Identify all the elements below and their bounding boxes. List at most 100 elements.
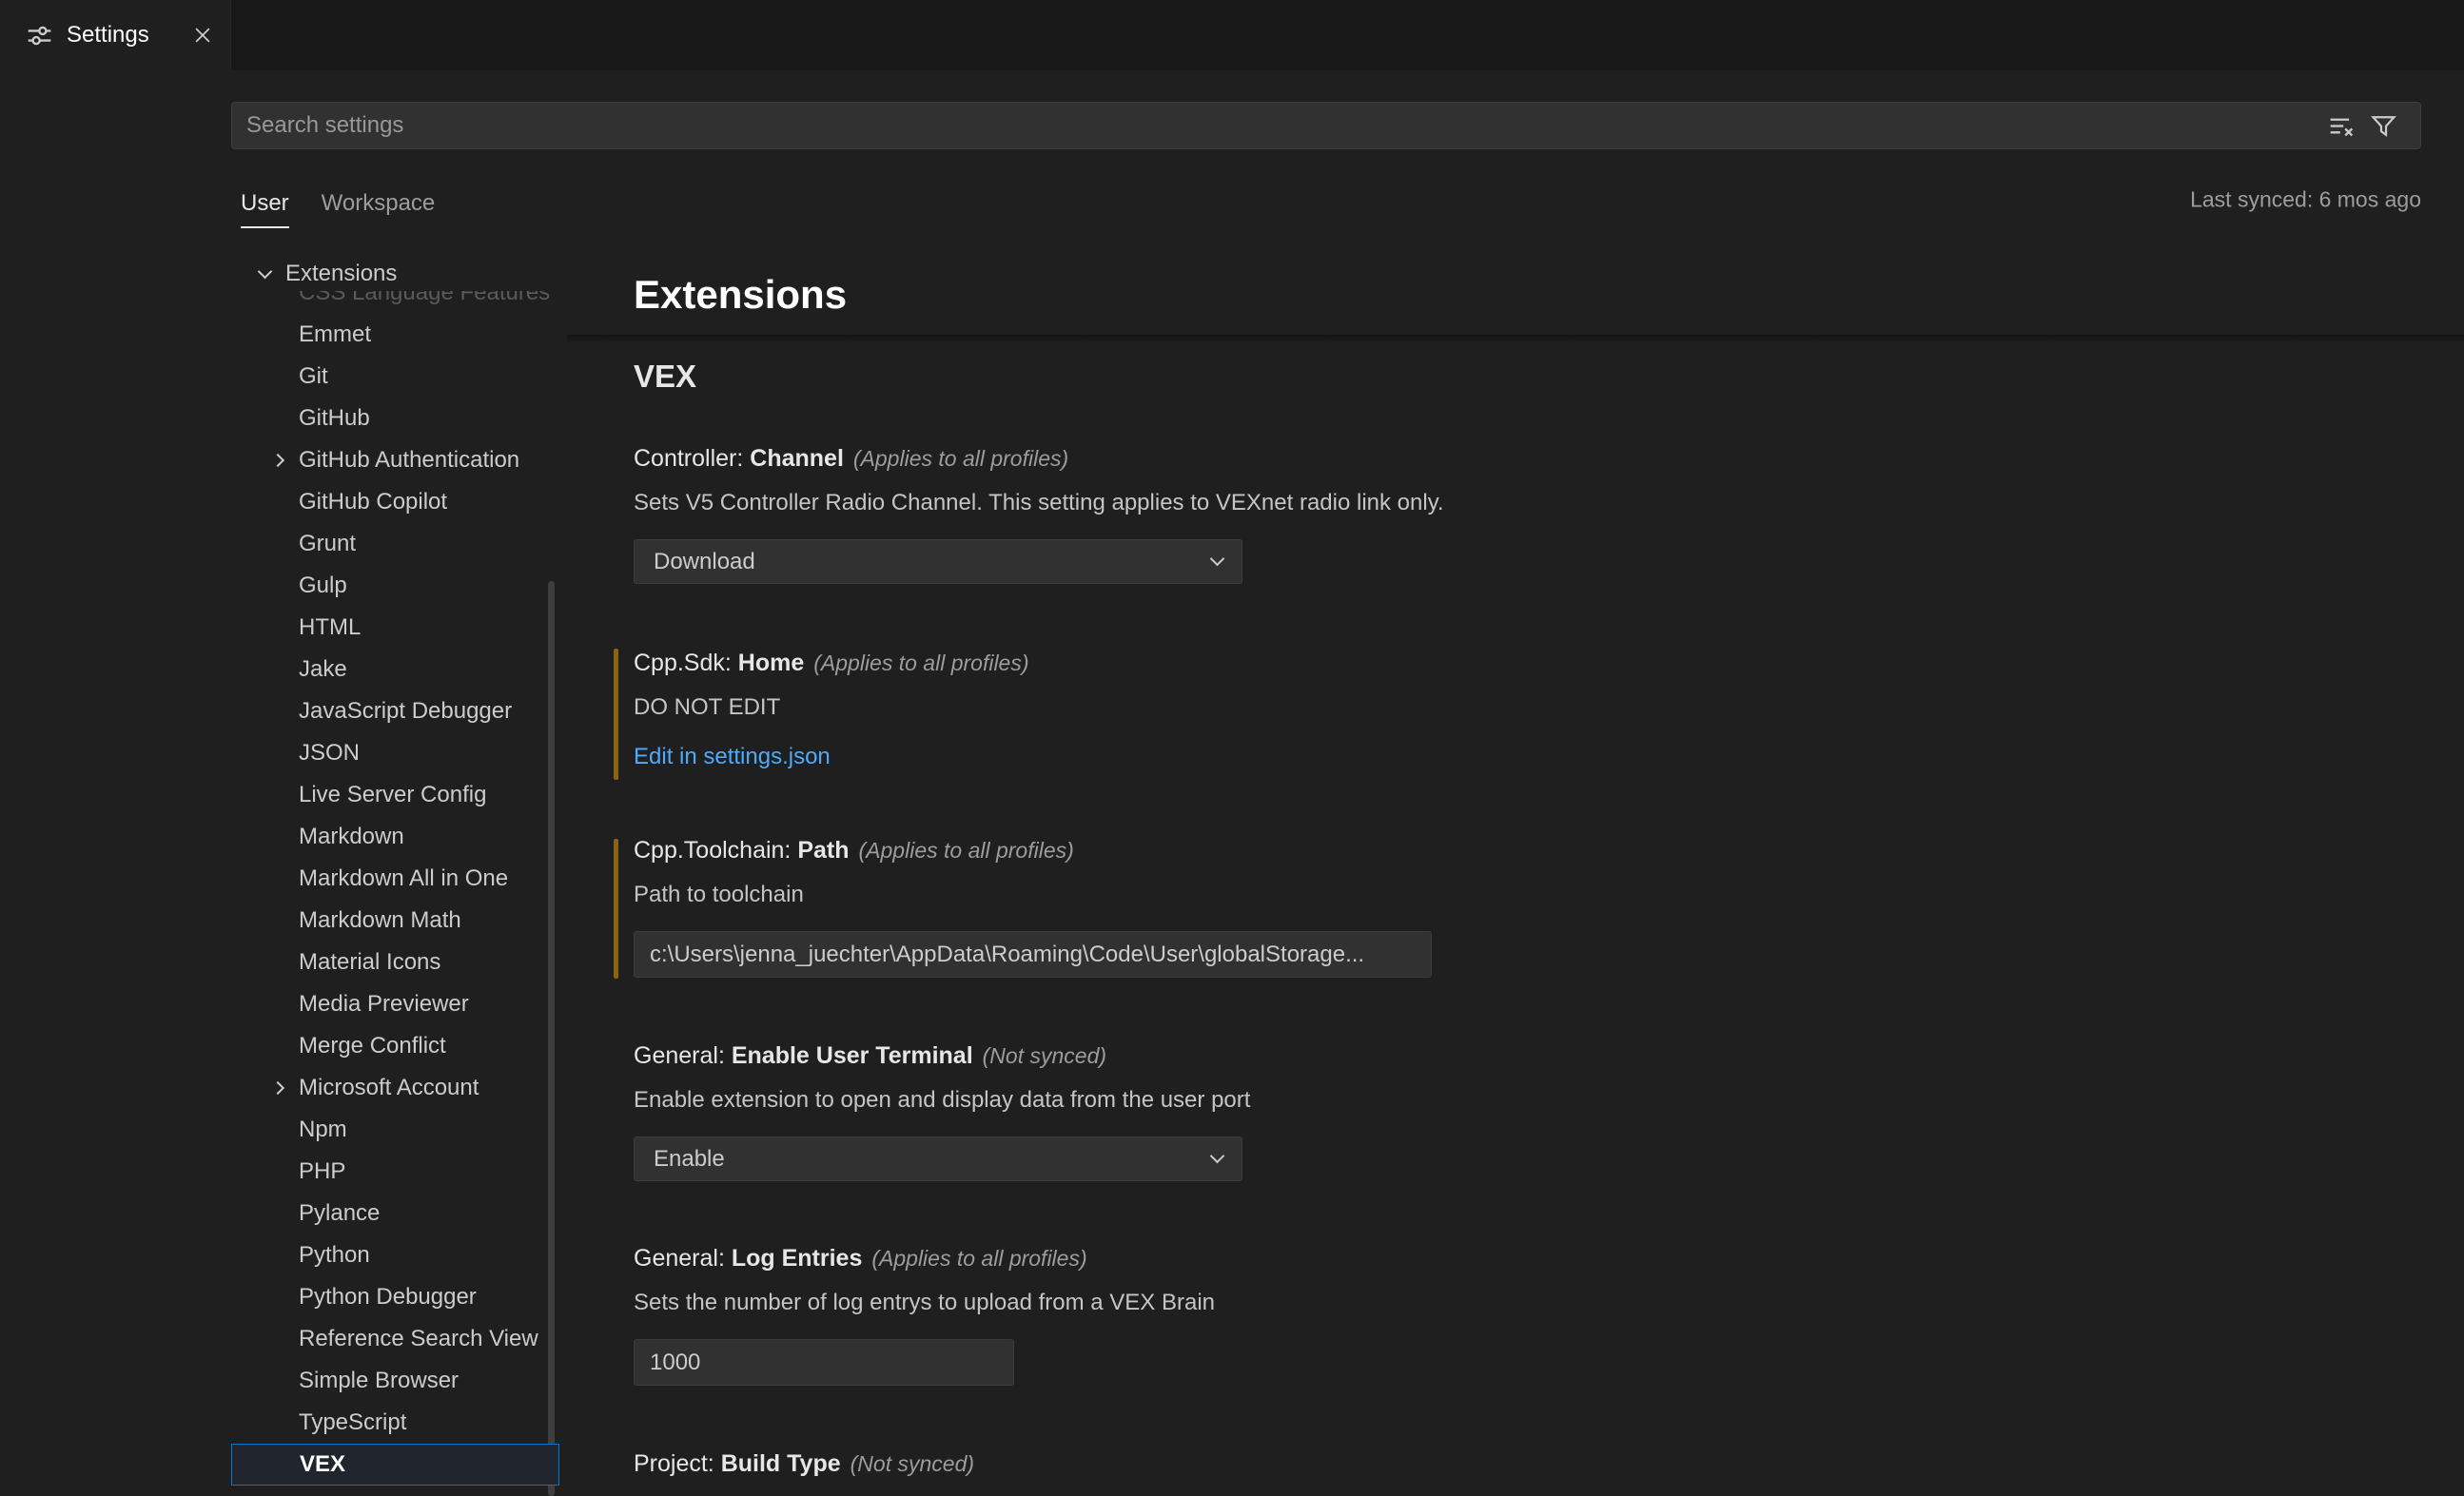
tree-item-javascript-debugger[interactable]: JavaScript Debugger — [231, 690, 559, 732]
log-entries-input[interactable] — [634, 1339, 1014, 1386]
tree-item-label: GitHub Authentication — [299, 447, 519, 473]
tree-item-label: Media Previewer — [299, 991, 469, 1017]
tree-item-label: Markdown All in One — [299, 865, 508, 891]
select-value: Download — [654, 549, 755, 575]
chevron-right-icon — [271, 454, 284, 467]
settings-tab[interactable]: Settings — [0, 0, 231, 70]
tree-header-label: Extensions — [285, 261, 397, 287]
tree-item-jake[interactable]: Jake — [231, 649, 559, 690]
tree-item-label: Merge Conflict — [299, 1033, 446, 1059]
tree-item-emmet[interactable]: Emmet — [231, 314, 559, 356]
extensions-tree-items: Emmet Git GitHub GitHub Authentication GitHu… — [231, 314, 559, 1486]
tree-item-html[interactable]: HTML — [231, 607, 559, 649]
last-synced-label: Last synced: 6 mos ago — [2190, 187, 2421, 213]
setting-title: Controller: Channel(Applies to all profi… — [634, 442, 2441, 475]
tree-header-extensions[interactable]: Extensions — [231, 257, 559, 291]
tree-item-label: Pylance — [299, 1200, 380, 1226]
scroll-shadow — [567, 335, 2464, 343]
tree-item-grunt[interactable]: Grunt — [231, 523, 559, 565]
tree-item-label: Git — [299, 363, 328, 389]
setting-description: DO NOT EDIT — [634, 691, 2441, 724]
tree-item-npm[interactable]: Npm — [231, 1109, 559, 1151]
tree-item-typescript[interactable]: TypeScript — [231, 1402, 559, 1444]
settings-tree: Extensions CSS Language Features EmmetGi… — [231, 257, 559, 1496]
tree-item-markdown-all-in-one[interactable]: Markdown All in One — [231, 858, 559, 900]
channel-select[interactable]: Download — [634, 539, 1242, 584]
tree-item-python[interactable]: Python — [231, 1234, 559, 1276]
tree-item-label: Simple Browser — [299, 1368, 459, 1393]
tree-item-label: JSON — [299, 740, 360, 766]
setting-title: Cpp.Toolchain: Path(Applies to all profi… — [634, 834, 2441, 866]
chevron-down-icon — [1210, 1149, 1225, 1164]
tree-item-python-debugger[interactable]: Python Debugger — [231, 1276, 559, 1318]
tree-item-label: Material Icons — [299, 949, 440, 975]
setting-title: General: Log Entries(Applies to all prof… — [634, 1242, 2441, 1274]
tree-item-git[interactable]: Git — [231, 356, 559, 398]
tree-item-label: Reference Search View — [299, 1326, 538, 1351]
select-value: Enable — [654, 1146, 725, 1173]
tree-item-label: GitHub — [299, 405, 370, 431]
tree-item-label: Python Debugger — [299, 1284, 477, 1310]
clear-search-results-icon[interactable] — [2329, 113, 2355, 139]
tree-item-label: TypeScript — [299, 1409, 406, 1435]
setting-log-entries: General: Log Entries(Applies to all prof… — [634, 1242, 2441, 1386]
tree-item-vex[interactable]: VEX — [231, 1444, 559, 1486]
chevron-right-icon — [271, 1081, 284, 1095]
tree-item-markdown-math[interactable]: Markdown Math — [231, 900, 559, 942]
tree-item-label: Markdown Math — [299, 907, 461, 933]
search-input[interactable] — [231, 102, 2421, 149]
tree-item-label: GitHub Copilot — [299, 489, 447, 515]
tree-item-json[interactable]: JSON — [231, 732, 559, 774]
edit-in-settings-json-link[interactable]: Edit in settings.json — [634, 744, 831, 770]
filter-icon[interactable] — [2371, 113, 2396, 139]
setting-title: General: Enable User Terminal(Not synced… — [634, 1039, 2441, 1072]
tree-item-reference-search-view[interactable]: Reference Search View — [231, 1318, 559, 1360]
setting-cpp-toolchain-path: Cpp.Toolchain: Path(Applies to all profi… — [634, 834, 2441, 978]
setting-description: Path to toolchain — [634, 879, 2441, 911]
tree-item-label: HTML — [299, 614, 361, 640]
setting-cpp-sdk-home: Cpp.Sdk: Home(Applies to all profiles) D… — [634, 647, 2441, 770]
tree-item-live-server-config[interactable]: Live Server Config — [231, 774, 559, 816]
setting-controller-channel: Controller: Channel(Applies to all profi… — [634, 442, 2441, 584]
page-title: Extensions — [634, 270, 847, 320]
tree-item-label: PHP — [299, 1158, 345, 1184]
chevron-down-icon — [1210, 552, 1225, 567]
tab-workspace[interactable]: Workspace — [322, 185, 436, 228]
setting-description: Enable extension to open and display dat… — [634, 1084, 2441, 1117]
setting-project-build-type: Project: Build Type(Not synced) — [634, 1447, 2441, 1480]
tree-item-label: Gulp — [299, 573, 347, 598]
tree-item-label: JavaScript Debugger — [299, 698, 512, 724]
tree-item-material-icons[interactable]: Material Icons — [231, 942, 559, 983]
settings-sliders-icon — [27, 23, 52, 49]
tree-item-label: Npm — [299, 1117, 347, 1142]
modified-indicator — [614, 649, 618, 780]
setting-title: Cpp.Sdk: Home(Applies to all profiles) — [634, 647, 2441, 679]
close-tab-icon[interactable] — [192, 25, 213, 46]
tree-item-label: Markdown — [299, 824, 404, 849]
user-terminal-select[interactable]: Enable — [634, 1137, 1242, 1181]
tree-item-media-previewer[interactable]: Media Previewer — [231, 983, 559, 1025]
tab-user[interactable]: User — [241, 185, 289, 228]
chevron-down-icon — [258, 264, 273, 280]
tree-item-php[interactable]: PHP — [231, 1151, 559, 1193]
tree-item-label: Live Server Config — [299, 782, 486, 807]
tree-item-github[interactable]: GitHub — [231, 398, 559, 439]
tree-item-github-copilot[interactable]: GitHub Copilot — [231, 481, 559, 523]
settings-scope-tabs: User Workspace — [241, 185, 435, 228]
tree-item-github-authentication[interactable]: GitHub Authentication — [231, 439, 559, 481]
tree-item-markdown[interactable]: Markdown — [231, 816, 559, 858]
tab-title: Settings — [67, 22, 149, 49]
toolchain-path-input[interactable] — [634, 931, 1432, 978]
setting-enable-user-terminal: General: Enable User Terminal(Not synced… — [634, 1039, 2441, 1181]
tree-item-label: VEX — [300, 1451, 345, 1477]
tree-item-label: Grunt — [299, 531, 356, 556]
tree-item-label: Microsoft Account — [299, 1075, 479, 1100]
tree-item-gulp[interactable]: Gulp — [231, 565, 559, 607]
tree-item-pylance[interactable]: Pylance — [231, 1193, 559, 1234]
tree-item-simple-browser[interactable]: Simple Browser — [231, 1360, 559, 1402]
modified-indicator — [614, 839, 618, 979]
tree-item-label: Python — [299, 1242, 370, 1268]
tree-item-microsoft-account[interactable]: Microsoft Account — [231, 1067, 559, 1109]
editor-tab-bar: Settings — [0, 0, 2464, 70]
tree-item-merge-conflict[interactable]: Merge Conflict — [231, 1025, 559, 1067]
